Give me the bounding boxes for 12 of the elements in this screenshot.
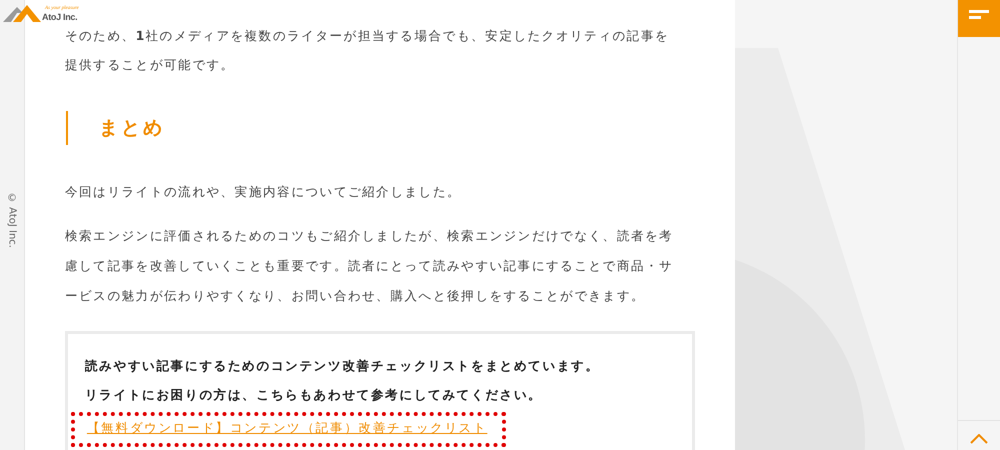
chevron-up-icon (970, 434, 988, 444)
download-link[interactable]: 【無料ダウンロード】コンテンツ（記事）改善チェックリスト (86, 420, 488, 435)
paragraph: 検索エンジンに評価されるためのコツもご紹介しましたが、検索エンジンだけでなく、読者を考慮して記事を改善していくことも重要です。読者にとって読みやすい記事にすることで商品・サービスの魅力が伝わりやすくなり、お問い合わせ、購入へと後押しをすることができます。 (64, 227, 674, 305)
logo-text: AtoJ Inc. (42, 12, 78, 22)
menu-icon (969, 10, 990, 20)
section-heading: まとめ (66, 111, 682, 145)
callout-text: 読みやすい記事にするためのコンテンツ改善チェックリストをまとめています。 (84, 357, 601, 375)
menu-button[interactable] (958, 0, 1000, 37)
copyright-text: © AtoJ Inc. (6, 193, 18, 250)
paragraph: そのため、1社のメディアを複数のライターが担当する場合でも、安定したクオリティの記事を提供することが可能です。 (64, 27, 670, 74)
callout-text: リライトにお困りの方は、こちらもあわせて参考にしてみてください。 (84, 386, 544, 404)
paragraph: 今回はリライトの流れや、実施内容についてご紹介しました。 (64, 183, 462, 201)
